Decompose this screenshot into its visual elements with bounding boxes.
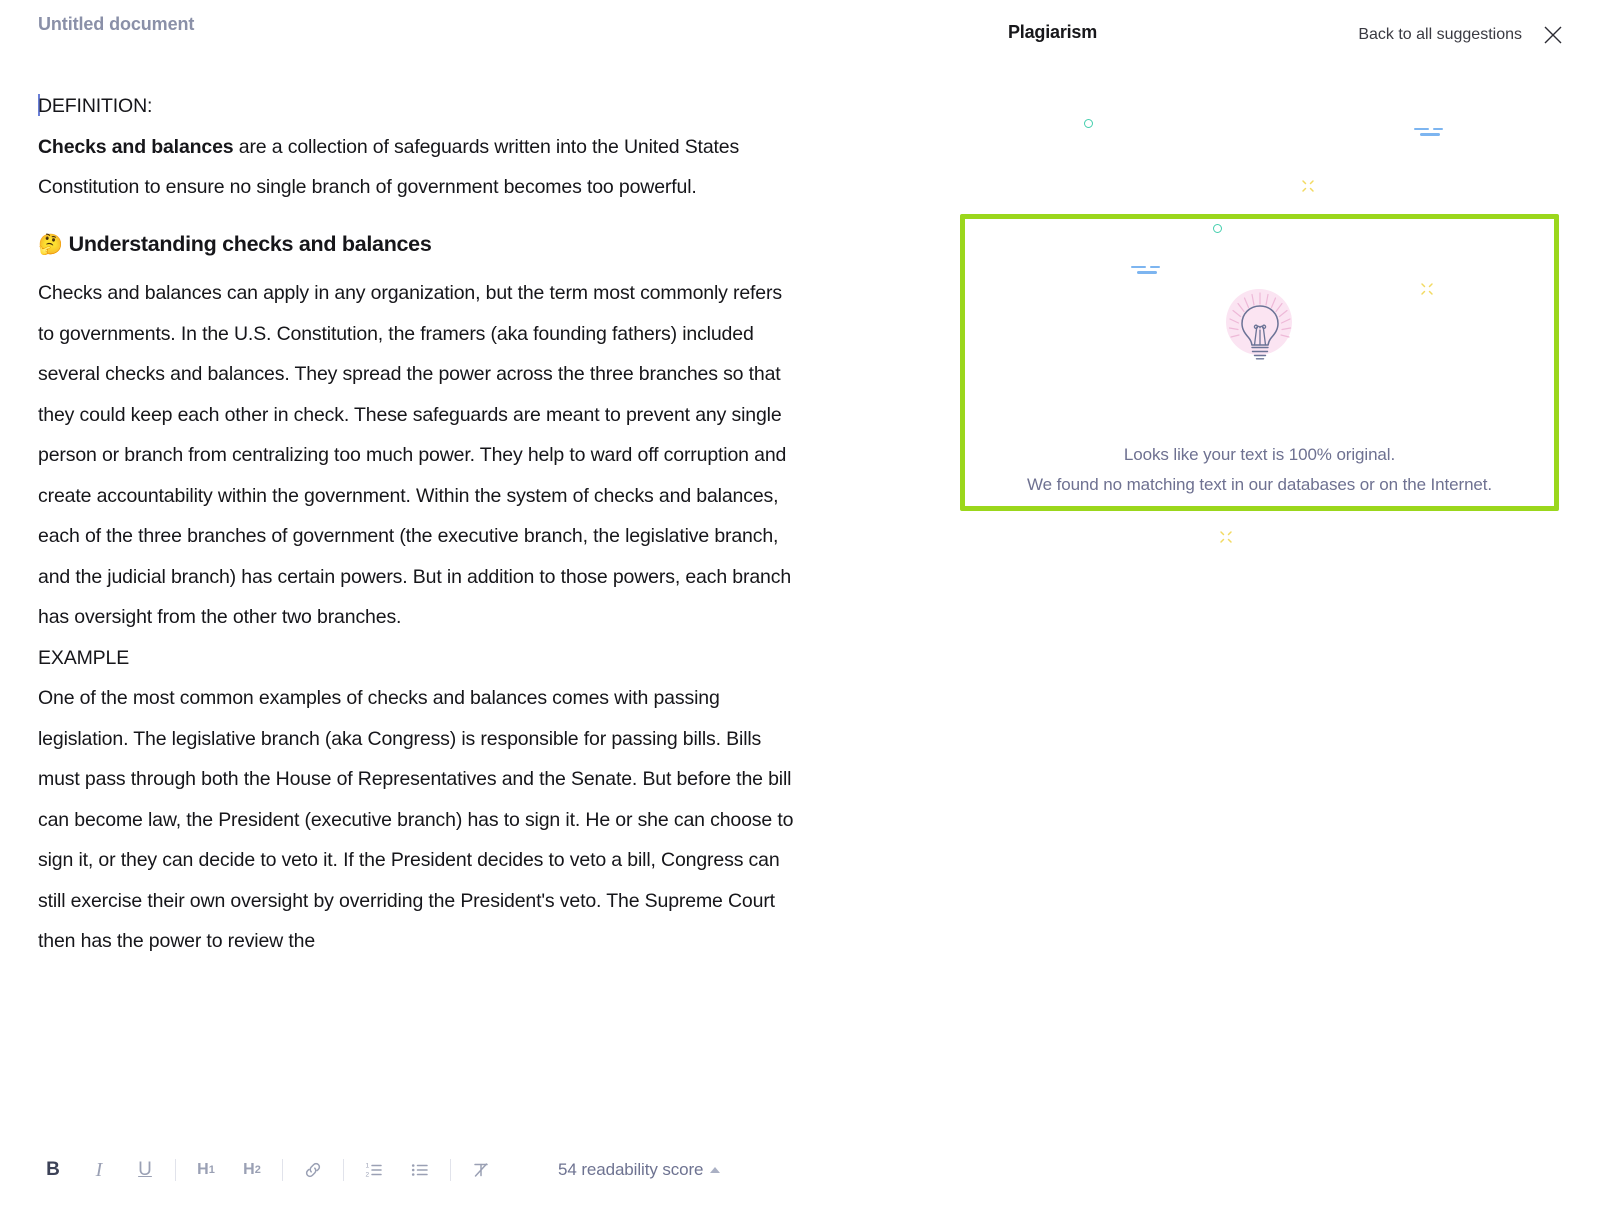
clear-formatting-icon[interactable] (458, 1153, 504, 1187)
ordered-list-icon[interactable]: 1 2 (351, 1153, 397, 1187)
paragraph-definition-label: DEFINITION: (38, 94, 153, 117)
panel-title: Plagiarism (1008, 22, 1098, 42)
readability-score[interactable]: 54 readability score (558, 1160, 721, 1180)
link-icon[interactable] (290, 1153, 336, 1187)
paragraph-example-label: EXAMPLE (38, 646, 130, 669)
back-to-all-suggestions-link[interactable]: Back to all suggestions (1358, 26, 1522, 44)
document-editor[interactable]: DEFINITION: Checks and balances are a co… (38, 86, 798, 1116)
heading-2-button[interactable]: H2 (229, 1153, 275, 1187)
lightbulb-icon (1218, 287, 1302, 371)
toolbar-divider (450, 1159, 451, 1181)
app-root: Untitled document Plagiarism Back to all… (0, 0, 1600, 1209)
bulleted-list-icon[interactable] (397, 1153, 443, 1187)
ring-teal-card-top (1213, 224, 1222, 233)
toolbar-divider (343, 1159, 344, 1181)
close-icon[interactable] (1542, 24, 1564, 46)
plagiarism-result-region: Looks like your text is 100% original. W… (958, 98, 1563, 568)
result-line-2: We found no matching text in our databas… (1026, 475, 1493, 494)
bold-button[interactable]: B (30, 1153, 76, 1187)
editor-toolbar: B I U H1 H2 1 2 54 readability score (30, 1153, 721, 1187)
readability-score-label: 54 readability score (558, 1160, 704, 1179)
underline-button[interactable]: U (122, 1153, 168, 1187)
result-line-1: Looks like your text is 100% original. (1123, 445, 1396, 464)
heading-understanding: 🤔 Understanding checks and balances (38, 231, 432, 256)
spark-yellow-card-right (1419, 281, 1435, 297)
toolbar-divider (282, 1159, 283, 1181)
chevron-up-icon (710, 1167, 721, 1173)
italic-button[interactable]: I (76, 1153, 122, 1187)
paragraph-understanding-body: Checks and balances can apply in any org… (38, 282, 792, 628)
paragraph-example-body: One of the most common examples of check… (38, 687, 794, 952)
plagiarism-result-card: Looks like your text is 100% original. W… (960, 214, 1559, 511)
plagiarism-result-message: Looks like your text is 100% original. W… (965, 440, 1554, 500)
toolbar-divider (175, 1159, 176, 1181)
svg-text:1: 1 (366, 1163, 370, 1170)
thinking-face-icon: 🤔 (38, 233, 63, 256)
dash-blue-card-left (1131, 266, 1165, 279)
heading-1-button[interactable]: H1 (183, 1153, 229, 1187)
document-title[interactable]: Untitled document (38, 14, 194, 35)
paragraph-definition: Checks and balances are a collection of … (38, 127, 798, 208)
svg-text:2: 2 (366, 1172, 370, 1179)
lead-bold-term: Checks and balances (38, 135, 234, 158)
